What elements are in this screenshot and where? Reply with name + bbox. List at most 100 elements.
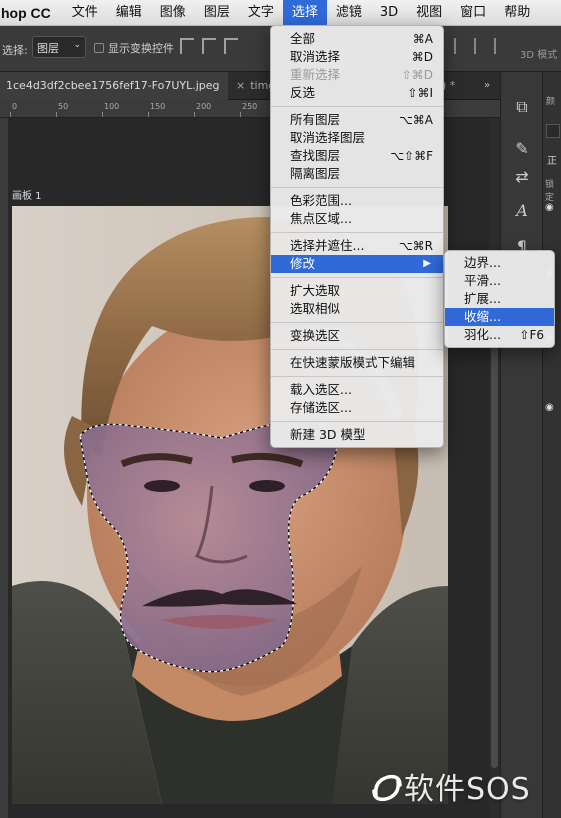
menu-item-shortcut: ⌘D [411,50,433,64]
distribute-buttons [444,38,496,54]
menu-item[interactable]: 反选 ⇧⌘I [271,84,443,102]
menu-item[interactable]: 取消选择图层 [271,129,443,147]
menu-item[interactable]: 扩大选取 [271,282,443,300]
menu-image[interactable]: 图像 [151,0,195,26]
submenu-item-label: 扩展... [464,291,501,306]
menu-item[interactable]: 载入选区... [271,381,443,399]
menu-item[interactable]: 修改 ▶ [271,255,443,273]
align-buttons [180,38,238,54]
menu-3d[interactable]: 3D [371,0,407,26]
submenu-item[interactable]: 收缩... [445,308,554,326]
menu-item[interactable]: 焦点区域... [271,210,443,228]
history-icon[interactable]: ⧉ [513,98,531,116]
menu-item[interactable]: 查找图层 ⌥⇧⌘F [271,147,443,165]
submenu-item[interactable]: 边界... [445,254,554,272]
submenu-item-label: 收缩... [464,309,501,324]
menu-separator [271,322,443,323]
menu-item-label: 变换选区 [290,328,341,343]
menu-item[interactable]: 新建 3D 模型 [271,426,443,444]
brush-settings-icon[interactable]: ✎ [513,140,531,158]
search-icon[interactable] [546,124,560,138]
menu-item[interactable]: 选择并遮住... ⌥⌘R [271,237,443,255]
submenu-item[interactable]: 扩展... [445,290,554,308]
menu-separator [271,421,443,422]
tab-label: 1ce4d3df2cbee1756fef17-Fo7UYL.jpeg [6,79,220,92]
menu-help[interactable]: 帮助 [495,0,539,26]
menu-item[interactable]: 存储选区... [271,399,443,417]
menu-item[interactable]: 全部 ⌘A [271,30,443,48]
submenu-item[interactable]: 羽化... ⇧F6 [445,326,554,344]
menu-item-label: 新建 3D 模型 [290,427,366,442]
eye-icon[interactable]: ◉ [545,202,554,213]
menu-view[interactable]: 视图 [407,0,451,26]
tab-overflow-icon[interactable]: » [484,80,490,91]
menu-item-label: 选择并遮住... [290,238,365,253]
ruler-label: 0 [12,102,18,111]
menu-edit[interactable]: 编辑 [107,0,151,26]
auto-select-dropdown[interactable]: 图层 ⌄ [32,36,86,58]
menu-window[interactable]: 窗口 [451,0,495,26]
vertical-scrollbar[interactable] [489,118,500,818]
ruler-tick [102,112,103,117]
menu-separator [271,277,443,278]
adjustments-icon[interactable]: ⇄ [513,168,531,186]
align-vcenter-icon[interactable] [202,38,216,54]
menu-filter[interactable]: 滤镜 [327,0,371,26]
menu-type[interactable]: 文字 [239,0,283,26]
blend-mode-partial[interactable]: 正 [547,152,557,167]
menu-item-label: 在快速蒙版模式下编辑 [290,355,416,370]
menu-item-label: 取消选择图层 [290,130,366,145]
ruler-tick [240,112,241,117]
ruler-tick [56,112,57,117]
modify-submenu: 边界... 平滑... 扩展... 收缩... 羽化... ⇧F6 [444,250,555,348]
menu-item-label: 查找图层 [290,148,341,163]
ruler-tick [148,112,149,117]
menu-item[interactable]: 隔离图层 [271,165,443,183]
menu-item[interactable]: 变换选区 [271,327,443,345]
menu-item-label: 载入选区... [290,382,352,397]
tab-document-1[interactable]: 1ce4d3df2cbee1756fef17-Fo7UYL.jpeg [0,72,228,100]
mode-3d-label: 3D 模式 [520,50,558,61]
distribute-icon[interactable] [484,38,496,54]
menu-item-label: 选取相似 [290,301,341,316]
menu-item[interactable]: 选取相似 [271,300,443,318]
close-icon[interactable]: × [236,79,245,92]
menu-item-label: 修改 [290,256,316,271]
menu-separator [271,349,443,350]
ruler-label: 200 [196,102,212,111]
menu-separator [271,232,443,233]
eye-icon[interactable]: ◉ [545,402,554,413]
menu-item-label: 扩大选取 [290,283,341,298]
watermark-text: 软件SOS [404,772,531,807]
character-icon[interactable]: A [513,202,531,220]
menu-item-label: 全部 [290,31,316,46]
ruler-tick [194,112,195,117]
menu-item[interactable]: 色彩范围... [271,192,443,210]
menu-select[interactable]: 选择 [282,0,327,26]
distribute-icon[interactable] [444,38,456,54]
show-transform-label: 显示变换控件 [108,42,174,55]
distribute-icon[interactable] [464,38,476,54]
show-transform-checkbox[interactable]: 显示变换控件 [94,40,174,56]
checkbox-box [94,43,104,53]
menu-separator [271,187,443,188]
menu-layer[interactable]: 图层 [195,0,239,26]
menu-item-shortcut: ⌥⇧⌘F [390,149,433,163]
chevron-down-icon: ⌄ [73,40,81,50]
menu-file[interactable]: 文件 [63,0,107,26]
submenu-item[interactable]: 平滑... [445,272,554,290]
auto-select-value: 图层 [37,42,59,55]
ruler-label: 150 [150,102,166,111]
menu-item[interactable]: 取消选择 ⌘D [271,48,443,66]
app-name[interactable]: hop CC [0,5,63,21]
ruler-label: 100 [104,102,120,111]
menu-item[interactable]: 所有图层 ⌥⌘A [271,111,443,129]
align-bottom-icon[interactable] [224,38,238,54]
menu-item[interactable]: 在快速蒙版模式下编辑 [271,354,443,372]
menu-item-shortcut: ⌘A [412,32,433,46]
lock-label-partial: 锁定 [545,180,555,203]
align-top-icon[interactable] [180,38,194,54]
tab-document-2[interactable]: × timg [230,72,275,100]
submenu-item-label: 边界... [464,255,501,270]
menu-item-shortcut: ⇧⌘D [401,68,433,82]
